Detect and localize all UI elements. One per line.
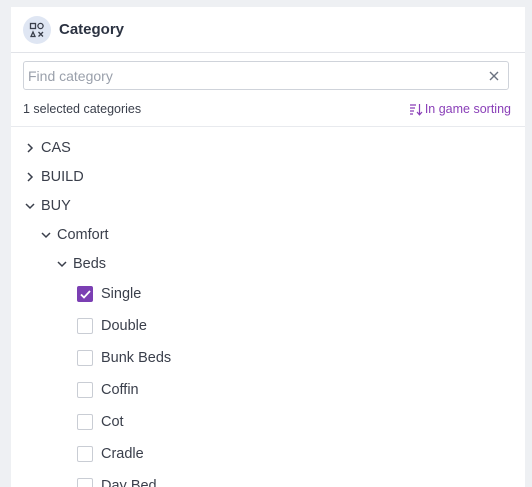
checkbox[interactable] — [77, 446, 93, 462]
sort-icon — [409, 103, 423, 116]
chevron-down-icon — [23, 199, 37, 213]
panel-title: Category — [59, 21, 125, 38]
category-option[interactable]: Double — [77, 315, 147, 337]
tree-node-label: CAS — [41, 140, 71, 156]
category-option-label: Single — [101, 286, 142, 302]
category-option[interactable]: Single — [77, 283, 141, 305]
category-option-label: Cot — [101, 414, 124, 430]
category-search[interactable] — [23, 61, 509, 90]
chevron-right-icon — [23, 170, 37, 184]
checkbox[interactable] — [77, 286, 93, 302]
chevron-right-icon — [23, 141, 37, 155]
tree-node-label: Comfort — [57, 227, 109, 243]
tree-node-build[interactable]: BUILD — [23, 166, 84, 188]
sort-label: In game sorting — [424, 102, 511, 116]
chevron-down-icon — [55, 257, 69, 271]
category-option[interactable]: Day Bed — [77, 475, 157, 487]
category-option-label: Cradle — [101, 446, 144, 462]
shapes-icon — [23, 15, 51, 44]
checkbox[interactable] — [77, 350, 93, 366]
tree-node-beds[interactable]: Beds — [55, 253, 106, 275]
category-option-label: Double — [101, 318, 147, 334]
category-option[interactable]: Cradle — [77, 443, 144, 465]
panel-header: Category — [11, 7, 525, 53]
chevron-down-icon — [39, 228, 53, 242]
checkmark-icon — [79, 289, 91, 299]
checkbox[interactable] — [77, 414, 93, 430]
tree-node-comfort[interactable]: Comfort — [39, 224, 109, 246]
checkbox[interactable] — [77, 478, 93, 487]
divider — [11, 126, 525, 127]
close-icon — [489, 71, 499, 80]
tree-node-label: Beds — [73, 256, 107, 272]
selection-summary: 1 selected categories In game sorting — [23, 99, 511, 119]
tree-node-label: BUILD — [41, 169, 84, 185]
tree-node-cas[interactable]: CAS — [23, 137, 71, 159]
category-option-label: Coffin — [101, 382, 139, 398]
checkbox[interactable] — [77, 382, 93, 398]
tree-node-label: BUY — [41, 198, 71, 214]
category-option-label: Day Bed — [101, 478, 157, 487]
category-option-label: Bunk Beds — [101, 350, 172, 366]
search-input[interactable] — [24, 66, 484, 85]
category-option[interactable]: Coffin — [77, 379, 139, 401]
tree-node-buy[interactable]: BUY — [23, 195, 71, 217]
category-option[interactable]: Bunk Beds — [77, 347, 171, 369]
category-option[interactable]: Cot — [77, 411, 124, 433]
checkbox[interactable] — [77, 318, 93, 334]
selected-count-text: 1 selected categories — [23, 102, 142, 116]
clear-search-button[interactable] — [484, 66, 504, 86]
category-panel: Category 1 selected categories In game s… — [11, 7, 525, 487]
in-game-sorting-button[interactable]: In game sorting — [409, 102, 511, 116]
